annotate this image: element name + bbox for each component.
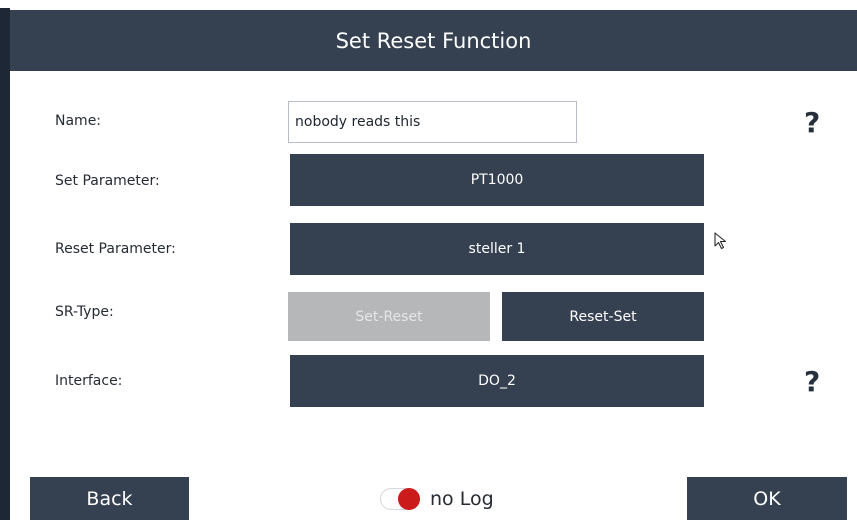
name-help-icon[interactable]: ? bbox=[804, 106, 820, 139]
interface-help-icon[interactable]: ? bbox=[804, 365, 820, 398]
back-button[interactable]: Back bbox=[30, 477, 189, 520]
sr-type-label: SR-Type: bbox=[55, 304, 114, 320]
sr-type-set-reset-label: Set-Reset bbox=[355, 308, 423, 325]
interface-button[interactable]: DO_2 bbox=[290, 355, 704, 407]
reset-parameter-value: steller 1 bbox=[468, 241, 526, 257]
interface-value: DO_2 bbox=[478, 373, 516, 389]
top-edge bbox=[0, 0, 857, 8]
back-button-label: Back bbox=[86, 487, 133, 510]
left-edge bbox=[0, 8, 10, 520]
ok-button[interactable]: OK bbox=[687, 477, 847, 520]
set-parameter-button[interactable]: PT1000 bbox=[290, 154, 704, 206]
sr-type-set-reset-button[interactable]: Set-Reset bbox=[288, 292, 490, 341]
sr-type-reset-set-button[interactable]: Reset-Set bbox=[502, 292, 704, 341]
sr-type-reset-set-label: Reset-Set bbox=[569, 308, 637, 325]
mouse-pointer-icon bbox=[714, 232, 727, 250]
name-input[interactable] bbox=[288, 101, 577, 143]
ok-button-label: OK bbox=[753, 487, 781, 510]
set-parameter-value: PT1000 bbox=[470, 172, 524, 188]
log-toggle-label: no Log bbox=[430, 488, 494, 510]
reset-parameter-button[interactable]: steller 1 bbox=[290, 223, 704, 275]
toggle-knob bbox=[398, 488, 420, 510]
log-toggle[interactable]: no Log bbox=[380, 484, 494, 514]
dialog-title-bar: Set Reset Function bbox=[10, 10, 857, 71]
interface-label: Interface: bbox=[55, 373, 123, 389]
reset-parameter-label: Reset Parameter: bbox=[55, 241, 176, 257]
set-parameter-label: Set Parameter: bbox=[55, 173, 160, 189]
toggle-switch[interactable] bbox=[380, 488, 420, 510]
dialog-title: Set Reset Function bbox=[335, 28, 532, 53]
name-label: Name: bbox=[55, 113, 102, 129]
